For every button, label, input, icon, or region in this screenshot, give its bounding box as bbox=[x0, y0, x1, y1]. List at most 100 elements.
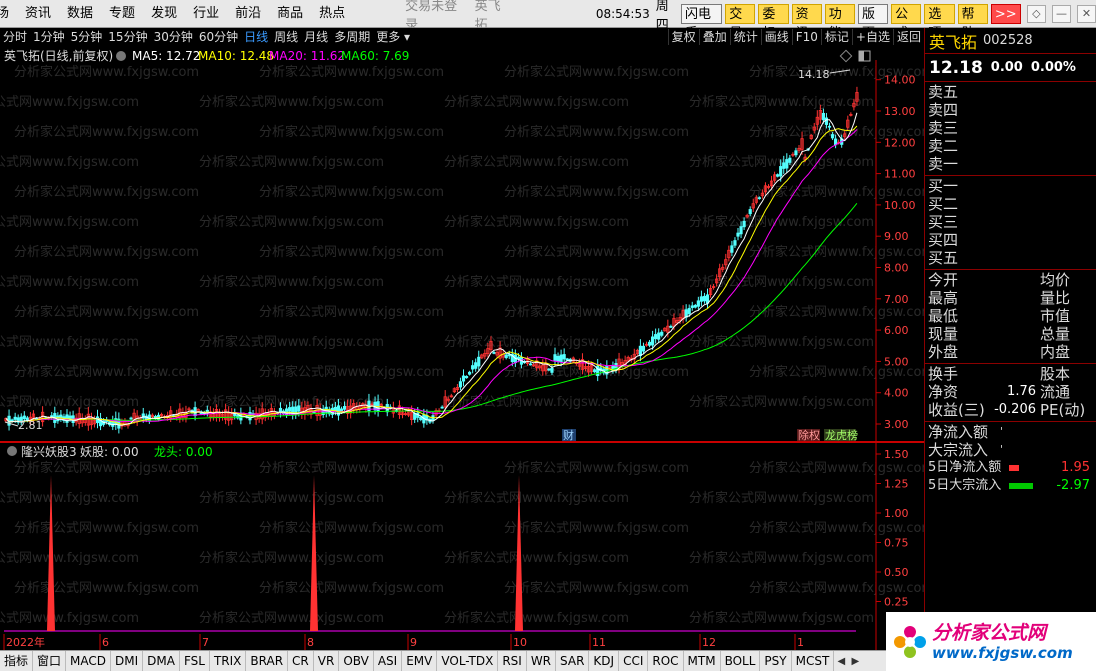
menu-industry[interactable]: 行业 bbox=[185, 0, 227, 28]
tab-cr[interactable]: CR bbox=[288, 651, 314, 671]
order-button[interactable]: 委标 bbox=[758, 3, 789, 41]
logo-url: www.fxjgsw.com bbox=[932, 643, 1073, 662]
sell-1-row[interactable]: 卖一 bbox=[925, 155, 1096, 173]
watermark-text: 分析家公式网www.fxjgsw.com bbox=[14, 580, 199, 596]
chevron-down-icon[interactable] bbox=[116, 51, 126, 61]
candle-body bbox=[297, 405, 301, 412]
buy-2-row[interactable]: 买二 bbox=[925, 195, 1096, 213]
tab-emv[interactable]: EMV bbox=[402, 651, 438, 671]
finance-marker[interactable]: 财 bbox=[563, 428, 574, 442]
trade-button[interactable]: 交易 bbox=[725, 3, 756, 41]
buy-4-row[interactable]: 买四 bbox=[925, 231, 1096, 249]
ma60-value: MA60: 7.69 bbox=[341, 49, 409, 63]
watermark-text: 分析家公式网www.fxjgsw.com bbox=[0, 490, 139, 506]
stats-row: 现量 总量 bbox=[925, 325, 1096, 343]
sell-2-row[interactable]: 卖二 bbox=[925, 137, 1096, 155]
flash-trade-button[interactable]: 闪电手 bbox=[680, 3, 723, 41]
tab-mcst[interactable]: MCST bbox=[792, 651, 835, 671]
indicator-chart[interactable]: 分析家公式网www.fxjgsw.com 分析家公式网www.fxjgsw.com… bbox=[0, 442, 934, 650]
block-inflow-5d-label: 5日大宗流入 bbox=[928, 478, 1002, 493]
menu-commodity[interactable]: 商品 bbox=[269, 0, 311, 28]
restore-icon[interactable]: ◇ bbox=[1026, 4, 1046, 23]
chevron-right-icon[interactable]: ▶ bbox=[848, 656, 862, 667]
period-multi[interactable]: 多周期 bbox=[331, 28, 373, 46]
help-button[interactable]: 帮助 bbox=[957, 3, 988, 41]
kline-chart-svg[interactable]: 分析家公式网www.fxjgsw.com 分析家公式网www.fxjgsw.com… bbox=[0, 46, 934, 442]
close-icon[interactable]: ✕ bbox=[1076, 4, 1096, 23]
tab-fsl[interactable]: FSL bbox=[180, 651, 210, 671]
tab-asi[interactable]: ASI bbox=[374, 651, 403, 671]
menu-hot[interactable]: 热点 bbox=[311, 0, 353, 28]
menu-news[interactable]: 资讯 bbox=[17, 0, 59, 28]
function-button[interactable]: 功能 bbox=[824, 3, 855, 41]
mark-button[interactable]: 标记 bbox=[820, 29, 852, 45]
tab-macd[interactable]: MACD bbox=[66, 651, 112, 671]
period-30min[interactable]: 30分钟 bbox=[151, 28, 196, 46]
tab-kdj[interactable]: KDJ bbox=[589, 651, 620, 671]
tab-boll[interactable]: BOLL bbox=[721, 651, 761, 671]
adjust-price-button[interactable]: 复权 bbox=[667, 29, 699, 45]
indicator-chart-svg[interactable]: 分析家公式网www.fxjgsw.com 分析家公式网www.fxjgsw.com… bbox=[0, 442, 934, 650]
tab-dma[interactable]: DMA bbox=[143, 651, 180, 671]
statistics-button[interactable]: 统计 bbox=[729, 29, 761, 45]
overlay-button[interactable]: 叠加 bbox=[698, 29, 730, 45]
dividend-marker[interactable]: 除权 bbox=[798, 428, 820, 442]
tab-vol-tdx[interactable]: VOL-TDX bbox=[437, 651, 499, 671]
tab-rsi[interactable]: RSI bbox=[498, 651, 527, 671]
tab-indicator[interactable]: 指标 bbox=[0, 651, 34, 671]
tab-sar[interactable]: SAR bbox=[556, 651, 590, 671]
tab-wr[interactable]: WR bbox=[527, 651, 557, 671]
buy-5-row[interactable]: 买五 bbox=[925, 249, 1096, 267]
buy-1-row[interactable]: 买一 bbox=[925, 177, 1096, 195]
add-watchlist-button[interactable]: +自选 bbox=[851, 29, 893, 45]
draw-line-button[interactable]: 画线 bbox=[760, 29, 792, 45]
net-inflow-5d-value: 1.95 bbox=[1061, 460, 1090, 475]
period-more[interactable]: 更多 ▾ bbox=[373, 28, 413, 46]
tab-cci[interactable]: CCI bbox=[619, 651, 649, 671]
tab-psy[interactable]: PSY bbox=[760, 651, 792, 671]
chevron-left-icon[interactable]: ◀ bbox=[834, 656, 848, 667]
minimize-icon[interactable]: — bbox=[1051, 4, 1071, 23]
buy-3-row[interactable]: 买三 bbox=[925, 213, 1096, 231]
kline-chart[interactable]: 分析家公式网www.fxjgsw.com 分析家公式网www.fxjgsw.com… bbox=[0, 46, 934, 442]
menu-topics[interactable]: 专题 bbox=[101, 0, 143, 28]
period-15min[interactable]: 15分钟 bbox=[105, 28, 150, 46]
f10-button[interactable]: F10 bbox=[791, 29, 821, 45]
news-button[interactable]: 资讯 bbox=[791, 3, 822, 41]
dragon-tiger-marker[interactable]: 龙虎榜 bbox=[825, 428, 858, 442]
menu-market[interactable]: 场 bbox=[0, 0, 17, 28]
period-monthly[interactable]: 月线 bbox=[301, 28, 331, 46]
net-assets-value: 1.76 bbox=[1007, 384, 1036, 399]
more-button[interactable]: >> bbox=[990, 3, 1021, 24]
candle-body bbox=[467, 371, 472, 375]
tab-trix[interactable]: TRIX bbox=[210, 651, 247, 671]
options-button[interactable]: 选项 bbox=[924, 3, 955, 41]
chevron-down-icon[interactable] bbox=[7, 446, 17, 456]
watermark-text: 分析家公式网www.fxjgsw.com bbox=[0, 334, 139, 350]
menu-discover[interactable]: 发现 bbox=[143, 0, 185, 28]
tab-dmi[interactable]: DMI bbox=[111, 651, 144, 671]
tab-roc[interactable]: ROC bbox=[648, 651, 684, 671]
sell-levels: 卖五 卖四 卖三 卖二 卖一 bbox=[925, 82, 1096, 176]
tab-brar[interactable]: BRAR bbox=[246, 651, 289, 671]
layout-button[interactable]: 版面 bbox=[857, 3, 889, 41]
back-button[interactable]: 返回 bbox=[892, 29, 924, 45]
period-tick[interactable]: 分时 bbox=[0, 28, 30, 46]
tab-mtm[interactable]: MTM bbox=[684, 651, 721, 671]
sell-5-row[interactable]: 卖五 bbox=[925, 83, 1096, 101]
period-1min[interactable]: 1分钟 bbox=[30, 28, 68, 46]
formula-button[interactable]: 公式 bbox=[891, 3, 922, 41]
watermark-text: 分析家公式网www.fxjgsw.com bbox=[689, 334, 874, 350]
tab-vr[interactable]: VR bbox=[314, 651, 340, 671]
sell-4-row[interactable]: 卖四 bbox=[925, 101, 1096, 119]
sell-3-row[interactable]: 卖三 bbox=[925, 119, 1096, 137]
period-weekly[interactable]: 周线 bbox=[271, 28, 301, 46]
menu-frontier[interactable]: 前沿 bbox=[227, 0, 269, 28]
period-5min[interactable]: 5分钟 bbox=[68, 28, 106, 46]
tab-obv[interactable]: OBV bbox=[339, 651, 374, 671]
tab-window[interactable]: 窗口 bbox=[33, 651, 67, 671]
period-60min[interactable]: 60分钟 bbox=[196, 28, 241, 46]
period-daily[interactable]: 日线 bbox=[241, 28, 271, 46]
menu-data[interactable]: 数据 bbox=[59, 0, 101, 28]
candle-body bbox=[458, 381, 463, 388]
